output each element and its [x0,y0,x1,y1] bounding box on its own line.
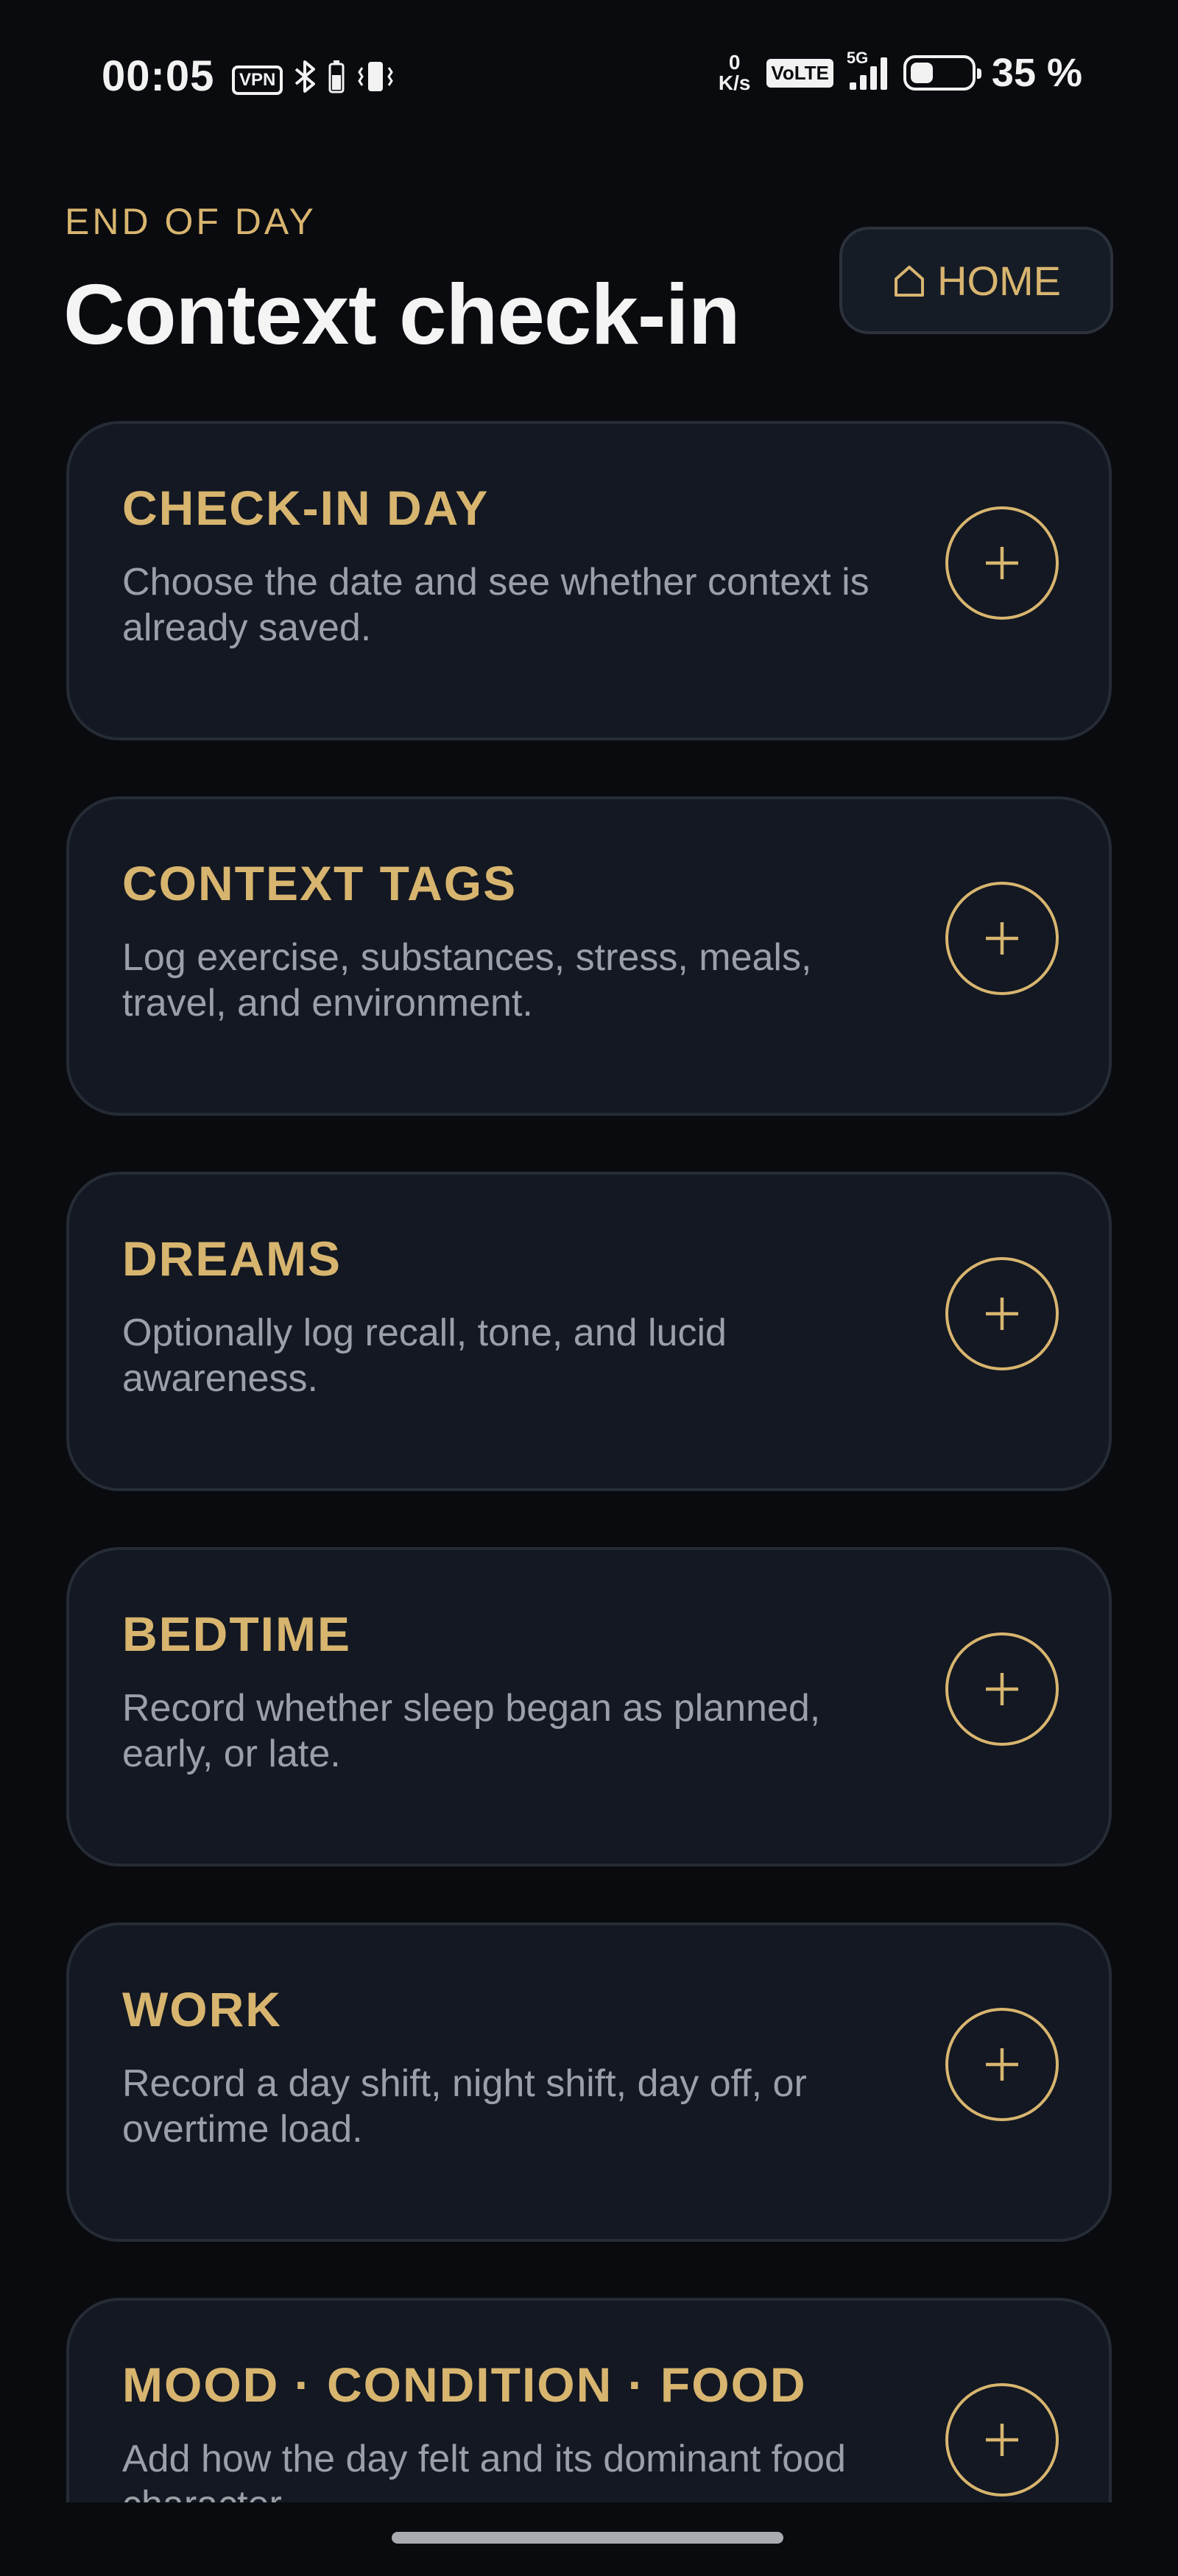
card-context-tags[interactable]: CONTEXT TAGS Log exercise, substances, s… [66,796,1112,1116]
card-title: CONTEXT TAGS [122,856,518,910]
card-list: CHECK-IN DAY Choose the date and see whe… [0,0,1178,2502]
card-title: CHECK-IN DAY [122,481,490,535]
gesture-home-indicator[interactable] [392,2532,783,2544]
card-title: MOOD · CONDITION · FOOD [122,2357,807,2412]
card-check-in-day[interactable]: CHECK-IN DAY Choose the date and see whe… [66,421,1112,740]
card-description: Optionally log recall, tone, and lucid a… [122,1312,727,1400]
card-work[interactable]: WORK Record a day shift, night shift, da… [66,1922,1112,2242]
screen: 00:05 VPN 0 K/s VoLTE 5G 35 % END OF DAY… [0,0,1178,2576]
card-description: Add how the day felt and its dominant fo… [122,2438,846,2502]
add-mood-condition-food-button[interactable] [945,2383,1059,2497]
card-title: WORK [122,1982,282,2037]
card-description: Log exercise, substances, stress, meals,… [122,936,812,1025]
card-title: DREAMS [122,1231,342,1286]
add-context-tags-button[interactable] [945,882,1059,995]
card-mood-condition-food[interactable]: MOOD · CONDITION · FOOD Add how the day … [66,2298,1112,2502]
card-description: Record whether sleep began as planned, e… [122,1687,821,1775]
card-dreams[interactable]: DREAMS Optionally log recall, tone, and … [66,1172,1112,1491]
card-title: BEDTIME [122,1607,351,1661]
card-bedtime[interactable]: BEDTIME Record whether sleep began as pl… [66,1547,1112,1866]
add-work-button[interactable] [945,2008,1059,2121]
plus-icon [986,1673,1018,1705]
add-bedtime-button[interactable] [945,1632,1059,1746]
card-description: Record a day shift, night shift, day off… [122,2062,807,2151]
plus-icon [986,547,1018,579]
plus-icon [986,1298,1018,1330]
card-description: Choose the date and see whether context … [122,561,870,649]
plus-icon [986,922,1018,955]
plus-icon [986,2048,1018,2081]
add-check-in-day-button[interactable] [945,506,1059,620]
add-dreams-button[interactable] [945,1257,1059,1370]
plus-icon [986,2424,1018,2456]
